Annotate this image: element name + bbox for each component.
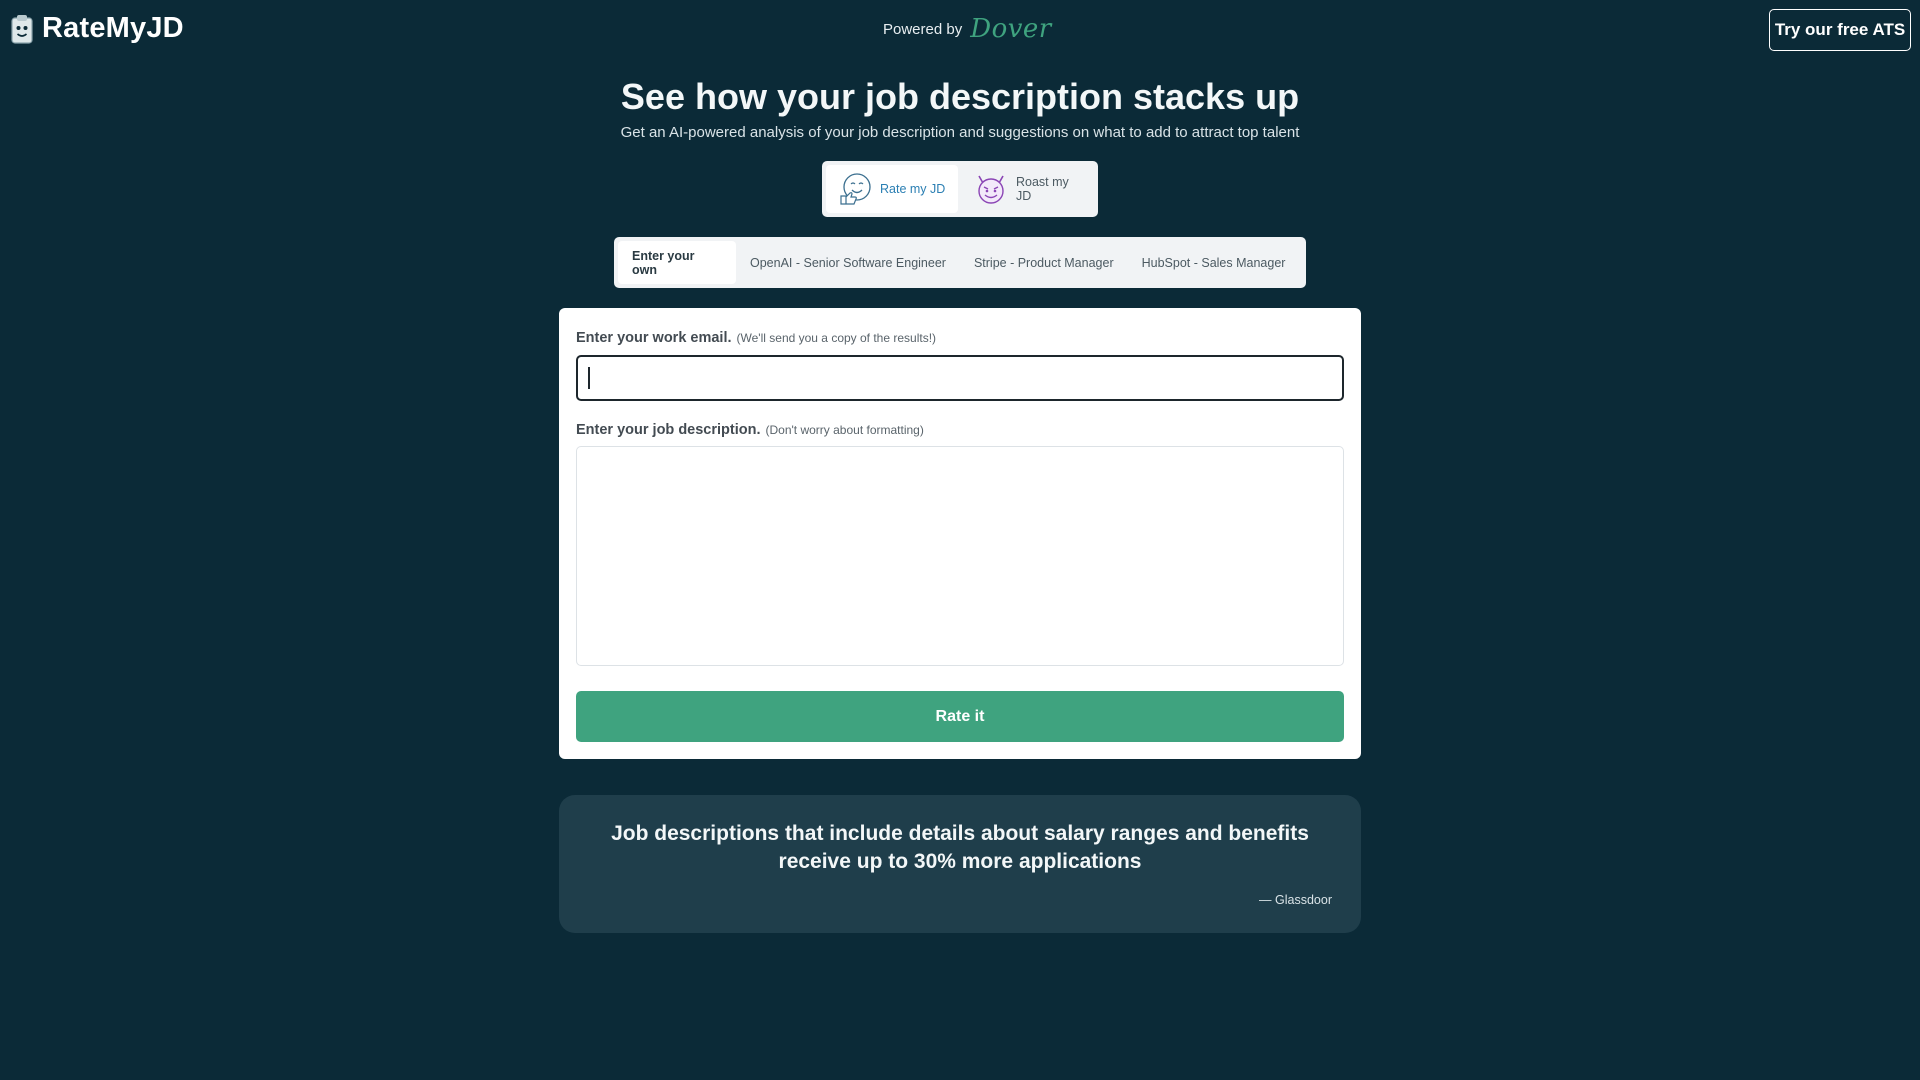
jd-label: Enter your job description. [576, 422, 761, 438]
tab-openai-senior-software-engineer[interactable]: OpenAI - Senior Software Engineer [736, 241, 960, 284]
quote-text: Job descriptions that include details ab… [611, 822, 1309, 873]
example-tabs: Enter your own OpenAI - Senior Software … [614, 237, 1306, 288]
thumbs-up-smiley-icon [840, 173, 871, 205]
tab-hubspot-sales-manager[interactable]: HubSpot - Sales Manager [1128, 241, 1300, 284]
powered-by[interactable]: Powered by Dover [883, 14, 1052, 44]
logo-text: RateMyJD [42, 12, 184, 44]
page-subtitle: Get an AI-powered analysis of your job d… [620, 124, 1300, 141]
page-title: See how your job description stacks up [620, 76, 1300, 117]
mode-rate-label: Rate my JD [880, 182, 946, 196]
job-description-textarea[interactable] [576, 446, 1344, 666]
jd-label-row: Enter your job description. (Don't worry… [576, 422, 924, 438]
email-label: Enter your work email. [576, 330, 732, 346]
tab-enter-your-own[interactable]: Enter your own [618, 241, 736, 284]
tab-stripe-product-manager[interactable]: Stripe - Product Manager [960, 241, 1128, 284]
logo[interactable]: RateMyJD [10, 12, 184, 45]
quote-card: Job descriptions that include details ab… [559, 795, 1361, 933]
dover-logo: Dover [970, 14, 1052, 44]
mode-switch: Rate my JD Roast my JD [822, 161, 1098, 217]
mode-rate-my-jd[interactable]: Rate my JD [826, 165, 958, 213]
try-free-ats-button[interactable]: Try our free ATS [1769, 9, 1911, 51]
devil-face-icon [978, 175, 1004, 204]
email-label-row: Enter your work email. (We'll send you a… [576, 330, 936, 346]
powered-by-label: Powered by [883, 20, 963, 38]
email-field[interactable] [576, 355, 1344, 401]
page: RateMyJD Powered by Dover Try our free A… [0, 0, 1920, 1080]
jd-hint: (Don't worry about formatting) [765, 423, 924, 437]
rate-it-button[interactable]: Rate it [576, 691, 1344, 742]
mode-roast-my-jd[interactable]: Roast my JD [962, 165, 1090, 213]
mode-roast-label: Roast my JD [1016, 175, 1069, 203]
form-card: Enter your work email. (We'll send you a… [559, 308, 1361, 759]
quote-source: — Glassdoor [1259, 893, 1332, 907]
text-caret [588, 367, 590, 389]
email-hint: (We'll send you a copy of the results!) [736, 331, 937, 345]
clipboard-robot-icon [11, 14, 33, 44]
